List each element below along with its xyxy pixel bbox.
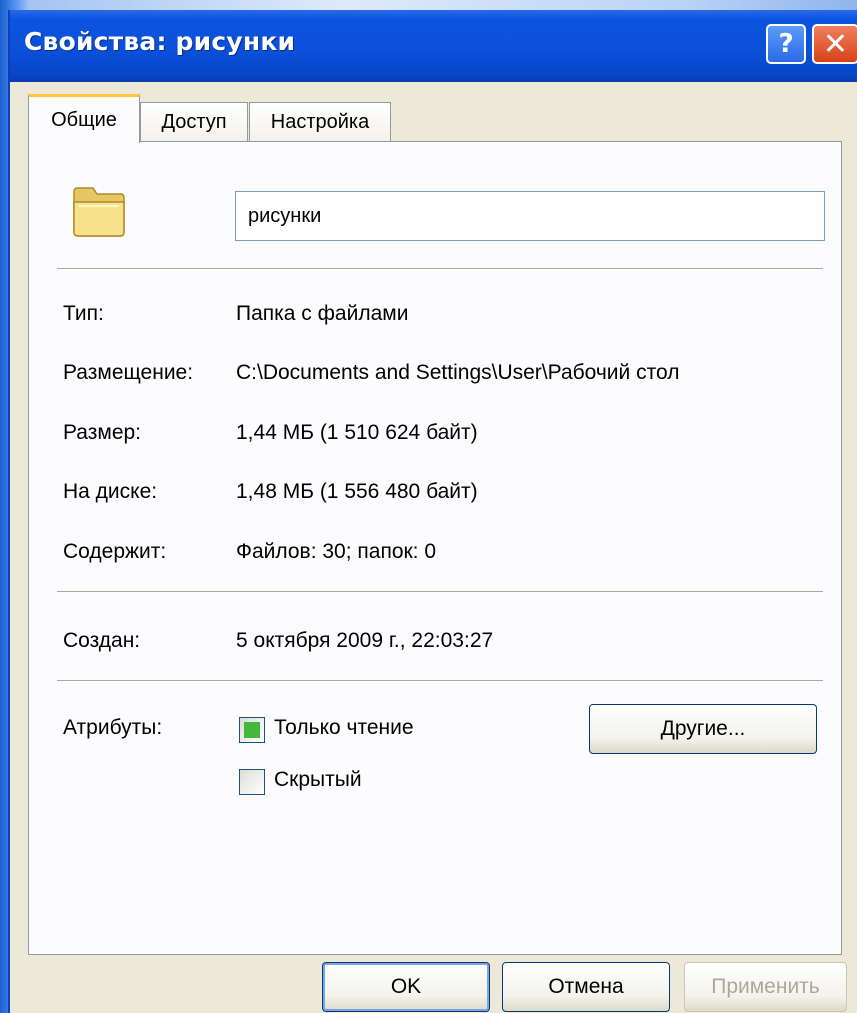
tab-customize[interactable]: Настройка <box>249 102 391 142</box>
location-label: Размещение: <box>63 361 194 384</box>
cancel-button[interactable]: Отмена <box>502 962 670 1012</box>
contains-label: Содержит: <box>63 540 167 563</box>
help-icon: ? <box>778 29 794 59</box>
size-value: 1,44 МБ (1 510 624 байт) <box>236 421 478 444</box>
separator <box>57 591 823 593</box>
hidden-checkbox[interactable] <box>239 769 265 795</box>
tab-sharing[interactable]: Доступ <box>140 102 248 142</box>
folder-icon <box>73 187 125 237</box>
close-icon: ✕ <box>822 26 849 62</box>
window-title: Свойства: рисунки <box>24 27 296 56</box>
hidden-label[interactable]: Скрытый <box>274 768 362 792</box>
type-value: Папка с файлами <box>236 302 409 325</box>
attributes-label: Атрибуты: <box>63 716 163 739</box>
created-value: 5 октября 2009 г., 22:03:27 <box>236 629 494 652</box>
ok-button[interactable]: OK <box>322 962 490 1012</box>
contains-value: Файлов: 30; папок: 0 <box>236 540 437 563</box>
close-button[interactable]: ✕ <box>812 24 857 64</box>
size-label: Размер: <box>63 421 142 444</box>
created-label: Создан: <box>63 629 141 652</box>
tab-panel-general: Тип: Папка с файлами Размещение: C:\Docu… <box>28 141 842 955</box>
separator <box>57 268 823 270</box>
readonly-checkbox[interactable] <box>239 717 265 743</box>
title-bar[interactable]: Свойства: рисунки ? ✕ <box>10 10 857 82</box>
folder-name-input[interactable] <box>235 191 825 241</box>
tab-general[interactable]: Общие <box>28 94 140 143</box>
properties-dialog: Свойства: рисунки ? ✕ Общие Доступ Настр… <box>8 10 857 1013</box>
other-attributes-button[interactable]: Другие... <box>589 704 817 754</box>
apply-button[interactable]: Применить <box>684 962 847 1012</box>
help-button[interactable]: ? <box>766 24 806 64</box>
disk-size-label: На диске: <box>63 480 158 503</box>
location-value: C:\Documents and Settings\User\Рабочий с… <box>236 361 680 384</box>
separator <box>57 680 823 682</box>
disk-size-value: 1,48 МБ (1 556 480 байт) <box>236 480 478 503</box>
readonly-label[interactable]: Только чтение <box>274 716 414 740</box>
type-label: Тип: <box>63 302 104 325</box>
